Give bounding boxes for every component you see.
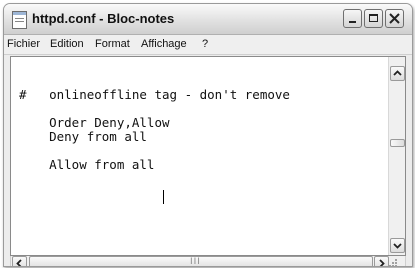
notepad-window: httpd.conf - Bloc-notes Fichier Edition …	[3, 3, 413, 267]
scroll-down-button[interactable]	[390, 238, 405, 253]
maximize-button[interactable]	[364, 9, 383, 28]
resize-grip-icon[interactable]	[384, 256, 399, 266]
horizontal-scrollbar[interactable]: III	[10, 256, 406, 267]
menu-bar: Fichier Edition Format Affichage ?	[4, 35, 412, 55]
title-bar[interactable]: httpd.conf - Bloc-notes	[4, 4, 412, 35]
vertical-scroll-thumb[interactable]	[390, 139, 405, 147]
chevron-left-icon	[16, 259, 22, 266]
text-cursor	[163, 190, 164, 204]
vertical-scrollbar[interactable]	[388, 57, 405, 255]
scroll-up-button[interactable]	[390, 66, 405, 81]
notepad-icon[interactable]	[12, 11, 27, 29]
menu-fichier[interactable]: Fichier	[7, 38, 40, 50]
chevron-down-icon	[393, 243, 402, 249]
chevron-up-icon	[393, 70, 402, 76]
minimize-button[interactable]	[343, 9, 362, 28]
menu-help[interactable]: ?	[202, 38, 208, 50]
menu-edition[interactable]: Edition	[50, 38, 84, 50]
close-button[interactable]	[385, 9, 404, 28]
horizontal-scroll-thumb[interactable]: III	[29, 256, 373, 267]
scroll-left-button[interactable]	[12, 256, 27, 266]
window-title: httpd.conf - Bloc-notes	[32, 11, 175, 26]
menu-affichage[interactable]: Affichage	[141, 38, 187, 50]
editor-text[interactable]: # onlineoffline tag - don't remove Order…	[19, 88, 290, 172]
text-editor[interactable]: # onlineoffline tag - don't remove Order…	[10, 56, 406, 256]
menu-format[interactable]: Format	[95, 38, 130, 50]
close-icon	[389, 13, 400, 24]
scroll-grip-label: III	[190, 257, 201, 267]
